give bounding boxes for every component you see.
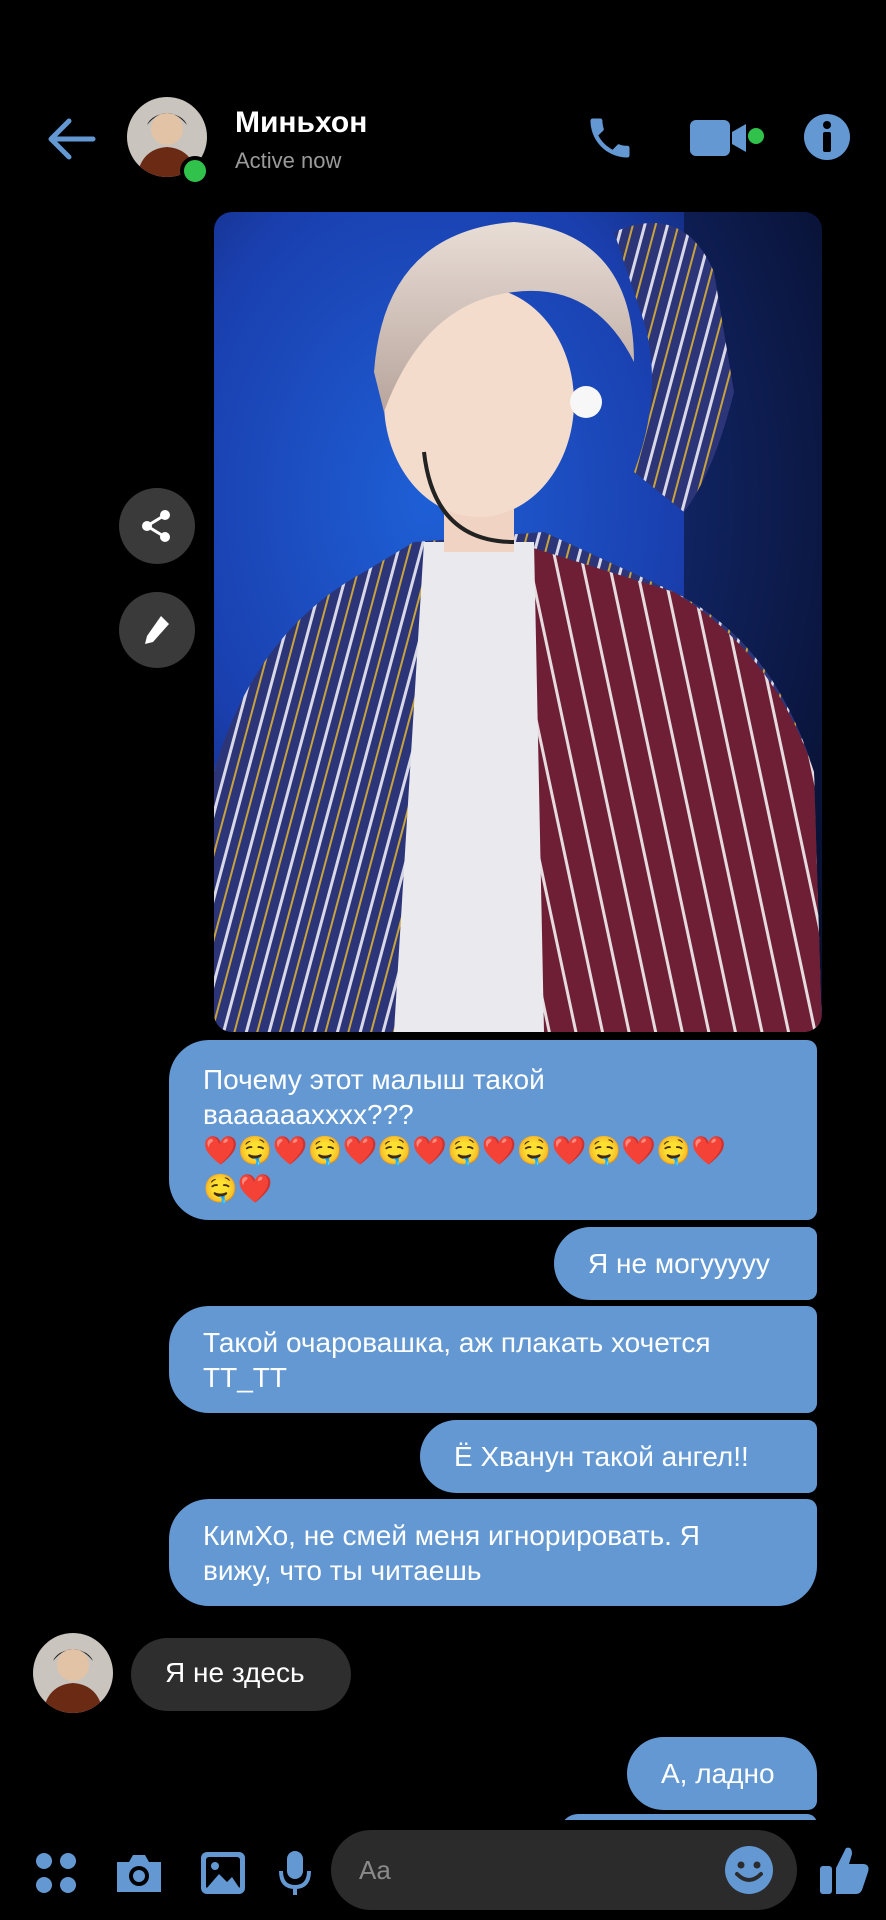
message-text: КимХо, не смей меня игнорировать. Я — [203, 1520, 700, 1551]
online-indicator — [180, 156, 210, 186]
message-text: Я не здесь — [165, 1657, 305, 1688]
phone-icon[interactable] — [580, 108, 640, 168]
chat-header: Миньхон Active now — [0, 0, 886, 205]
outgoing-message[interactable]: Такой очаровашка, аж плакать хочется TT_… — [169, 1306, 817, 1413]
message-text: А, ладно — [661, 1758, 775, 1789]
thumbs-up-icon[interactable] — [812, 1838, 876, 1902]
message-emoji: ❤️🤤❤️🤤❤️🤤❤️🤤❤️🤤❤️🤤❤️🤤❤️ — [203, 1135, 726, 1166]
message-emoji: 🤤❤️ — [203, 1173, 273, 1204]
microphone-icon[interactable] — [267, 1845, 323, 1901]
contact-name[interactable]: Миньхон — [235, 106, 367, 140]
arrow-left-icon[interactable] — [42, 110, 100, 168]
message-input[interactable] — [359, 1830, 719, 1910]
shared-photo[interactable] — [214, 212, 822, 1032]
outgoing-message[interactable]: Ё Хванун такой ангел!! — [420, 1420, 817, 1493]
message-text: Почему этот малыш такой — [203, 1064, 545, 1095]
message-text: Ё Хванун такой ангел!! — [454, 1441, 749, 1472]
contact-status: Active now — [235, 148, 342, 173]
camera-icon[interactable] — [111, 1845, 167, 1901]
outgoing-message[interactable]: КимХо, не смей меня игнорировать. Я вижу… — [169, 1499, 817, 1606]
message-text: TT_TT — [203, 1362, 287, 1393]
pencil-icon[interactable] — [119, 592, 195, 668]
message-text: Я не могууууу — [588, 1248, 770, 1279]
incoming-message[interactable]: Я не здесь — [131, 1638, 351, 1711]
outgoing-message[interactable]: Почему этот малыш такой вааааааxxxx??? ❤… — [169, 1040, 817, 1220]
video-camera-icon[interactable] — [688, 108, 768, 168]
outgoing-message[interactable]: А, ладно — [627, 1737, 817, 1810]
share-icon[interactable] — [119, 488, 195, 564]
image-icon[interactable] — [195, 1845, 251, 1901]
message-text: вижу, что ты читаешь — [203, 1555, 482, 1586]
smiley-icon[interactable] — [721, 1842, 777, 1898]
message-text: вааааааxxxx??? — [203, 1099, 414, 1130]
message-text: Такой очаровашка, аж плакать хочется — [203, 1327, 711, 1358]
outgoing-message[interactable]: Я не могууууу — [554, 1227, 817, 1300]
info-icon[interactable] — [800, 110, 854, 164]
message-input-container — [331, 1830, 797, 1910]
apps-grid-icon[interactable] — [28, 1845, 84, 1901]
contact-avatar[interactable] — [33, 1633, 113, 1713]
